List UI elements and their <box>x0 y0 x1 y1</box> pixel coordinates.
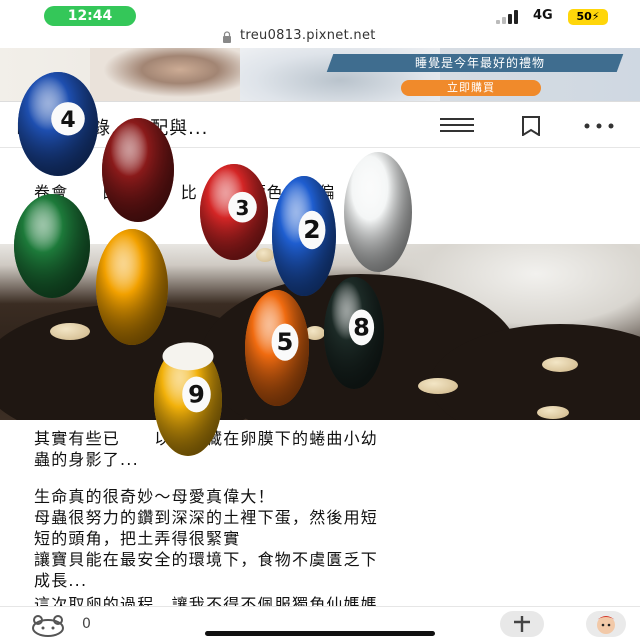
ad-image <box>90 48 240 101</box>
text-line: 成長... <box>34 571 88 590</box>
article-photo[interactable] <box>0 244 640 420</box>
home-indicator <box>205 631 435 636</box>
text-line: 讓寶貝能在最安全的環境下，食物不虞匱乏下 <box>34 550 379 569</box>
text-line: 其實有些已 以看出藏在卵膜下的蜷曲小幼 <box>34 429 379 448</box>
article-title[interactable]: 山 記錄...交配與... <box>16 114 208 140</box>
article-paragraph: 生命真的很奇妙～母愛真偉大！ 母蟲很努力的鑽到深深的土裡下蛋，然後用短 短的頭角… <box>34 486 594 591</box>
menu-icon[interactable] <box>440 118 474 132</box>
egg <box>50 323 90 340</box>
avatar-image <box>596 616 616 634</box>
lock-icon <box>223 31 231 43</box>
battery-level: 50 <box>576 10 592 23</box>
url-text[interactable]: treu0813.pixnet.net <box>240 28 376 43</box>
buy-now-button[interactable]: 立即購買 <box>401 80 541 96</box>
article-paragraph: 其實有些已 以看出藏在卵膜下的蜷曲小幼 蟲的身影了... <box>34 428 594 470</box>
battery-indicator: 50⚡ <box>568 9 608 25</box>
bottom-bar: 0 <box>0 606 640 640</box>
egg <box>418 378 458 394</box>
share-glyph-icon <box>514 616 530 632</box>
ad-slogan: 睡覺是今年最好的禮物 <box>414 56 545 70</box>
article-paragraph: 卷會 的 ， 比 ，顏色也會偏 ... <box>34 182 594 224</box>
like-icon[interactable] <box>30 615 66 637</box>
text-line: ... <box>34 204 71 223</box>
ad-banner[interactable]: 睡覺是今年最好的禮物 立即購買 <box>0 48 640 102</box>
egg <box>537 406 569 419</box>
network-label: 4G <box>533 8 553 23</box>
avatar[interactable] <box>586 611 626 637</box>
signal-icon <box>496 10 522 24</box>
egg <box>305 326 325 340</box>
text-line: 母蟲很努力的鑽到深深的土裡下蛋，然後用短 <box>34 508 379 527</box>
bookmark-icon[interactable] <box>520 116 542 136</box>
like-count: 0 <box>82 616 91 632</box>
egg <box>256 248 274 262</box>
share-icon[interactable] <box>500 611 544 637</box>
text-line: 短的頭角，把土弄得很緊實 <box>34 529 241 548</box>
article-header: 山 記錄...交配與... <box>0 102 640 148</box>
text-line: 生命真的很奇妙～母愛真偉大！ <box>34 487 275 506</box>
text-line: 卷會 的 ， 比 ，顏色也會偏 <box>34 183 336 202</box>
egg <box>542 357 578 372</box>
text-line: 蟲的身影了... <box>34 450 139 469</box>
clock: 12:44 <box>44 6 136 26</box>
url-bar[interactable]: treu0813.pixnet.net <box>0 26 640 48</box>
charging-icon: ⚡ <box>591 10 600 23</box>
more-icon[interactable] <box>584 123 614 129</box>
